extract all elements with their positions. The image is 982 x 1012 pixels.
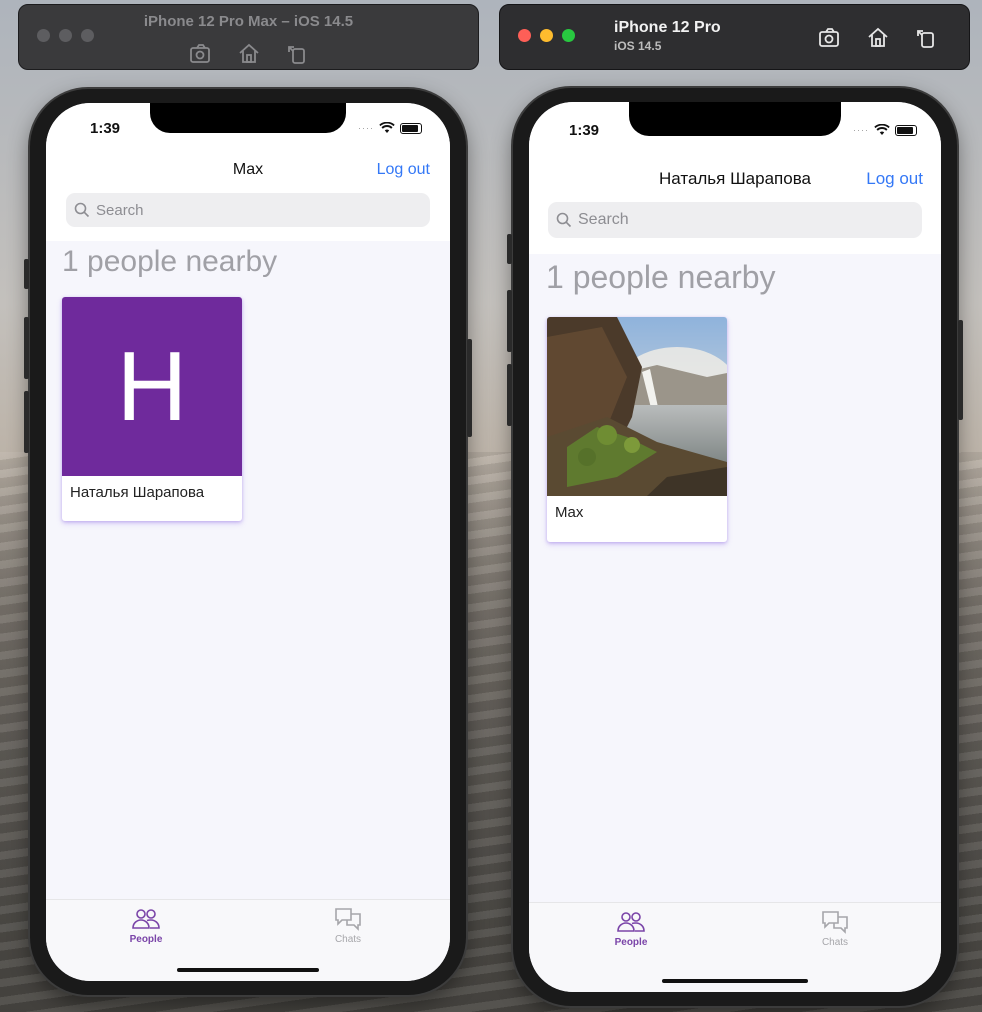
- volume-down-button: [507, 364, 512, 426]
- home-icon[interactable]: [865, 25, 891, 51]
- chats-icon: [822, 911, 848, 934]
- people-nearby-heading: 1 people nearby: [62, 245, 278, 278]
- chats-icon: [335, 908, 361, 931]
- status-time: 1:39: [569, 122, 600, 139]
- tab-bar: People Chats: [529, 902, 941, 992]
- tab-chats[interactable]: Chats: [795, 909, 875, 948]
- simulator-toolbar: [19, 41, 478, 67]
- nav-header: 1:39 ···· Наталья Шарапова Log out Searc…: [529, 102, 941, 254]
- status-bar: 1:39 ····: [529, 122, 941, 142]
- close-window-button[interactable]: [518, 29, 531, 42]
- tab-label: Chats: [334, 934, 362, 945]
- screenshot-icon[interactable]: [817, 25, 843, 51]
- person-card[interactable]: H Наталья Шарапова: [62, 297, 242, 521]
- person-name: Наталья Шарапова: [70, 484, 205, 501]
- people-icon: [132, 909, 160, 929]
- phone-screen: 1:39 ···· Наталья Шарапова Log out Searc…: [529, 102, 941, 992]
- tab-label: People: [129, 934, 163, 945]
- status-time: 1:39: [90, 120, 121, 137]
- waterfall-image: [547, 317, 727, 496]
- phone-screen: 1:39 ···· Max Log out Search 1 people ne…: [46, 103, 450, 981]
- volume-up-button: [507, 290, 512, 352]
- status-bar: 1:39 ····: [46, 120, 450, 140]
- person-name: Max: [555, 504, 584, 521]
- logout-button[interactable]: Log out: [866, 169, 923, 189]
- search-icon: [556, 212, 572, 228]
- nav-header: 1:39 ···· Max Log out Search: [46, 103, 450, 241]
- home-indicator: [177, 968, 319, 972]
- search-placeholder: Search: [578, 211, 629, 228]
- home-icon[interactable]: [236, 41, 262, 67]
- avatar: H: [62, 297, 242, 476]
- wifi-icon: [874, 124, 890, 135]
- power-button: [958, 320, 963, 420]
- tab-bar: People Chats: [46, 899, 450, 981]
- wifi-icon: [379, 122, 395, 133]
- signal-icon: ····: [853, 125, 869, 135]
- signal-icon: ····: [358, 123, 374, 133]
- tab-label: Chats: [821, 937, 849, 948]
- battery-icon: [895, 124, 917, 136]
- mute-switch: [507, 234, 512, 264]
- search-input[interactable]: Search: [548, 202, 922, 238]
- logout-button[interactable]: Log out: [377, 161, 430, 179]
- rotate-icon[interactable]: [913, 25, 939, 51]
- os-version: iOS 14.5: [614, 39, 662, 53]
- status-icons: ····: [358, 122, 422, 134]
- power-button: [467, 339, 472, 437]
- search-placeholder: Search: [96, 201, 144, 219]
- tab-chats[interactable]: Chats: [308, 906, 388, 945]
- tab-people[interactable]: People: [591, 909, 671, 948]
- tab-people[interactable]: People: [106, 906, 186, 945]
- search-icon: [74, 202, 90, 218]
- people-icon: [617, 912, 645, 932]
- tab-label: People: [614, 937, 648, 948]
- home-indicator: [662, 979, 808, 983]
- battery-icon: [400, 122, 422, 134]
- window-controls: [518, 29, 575, 42]
- simulator-titlebar-left[interactable]: iPhone 12 Pro Max – iOS 14.5: [18, 4, 479, 70]
- window-title-group: iPhone 12 Pro iOS 14.5: [614, 19, 721, 53]
- mute-switch: [24, 259, 29, 289]
- person-card[interactable]: Max: [547, 317, 727, 542]
- status-icons: ····: [853, 124, 917, 136]
- window-title: iPhone 12 Pro Max – iOS 14.5: [143, 13, 354, 30]
- zoom-window-button[interactable]: [562, 29, 575, 42]
- rotate-icon[interactable]: [284, 41, 310, 67]
- volume-down-button: [24, 391, 29, 453]
- simulator-titlebar-right[interactable]: iPhone 12 Pro iOS 14.5: [499, 4, 970, 70]
- device-name: iPhone 12 Pro: [614, 19, 721, 36]
- volume-up-button: [24, 317, 29, 379]
- phone-frame-left: 1:39 ···· Max Log out Search 1 people ne…: [24, 89, 472, 995]
- phone-frame-right: 1:39 ···· Наталья Шарапова Log out Searc…: [507, 88, 963, 1006]
- simulator-toolbar: [817, 25, 939, 51]
- minimize-window-button[interactable]: [540, 29, 553, 42]
- search-input[interactable]: Search: [66, 193, 430, 227]
- waterfall-photo: [547, 317, 727, 496]
- screenshot-icon[interactable]: [188, 41, 214, 67]
- people-nearby-heading: 1 people nearby: [546, 259, 776, 295]
